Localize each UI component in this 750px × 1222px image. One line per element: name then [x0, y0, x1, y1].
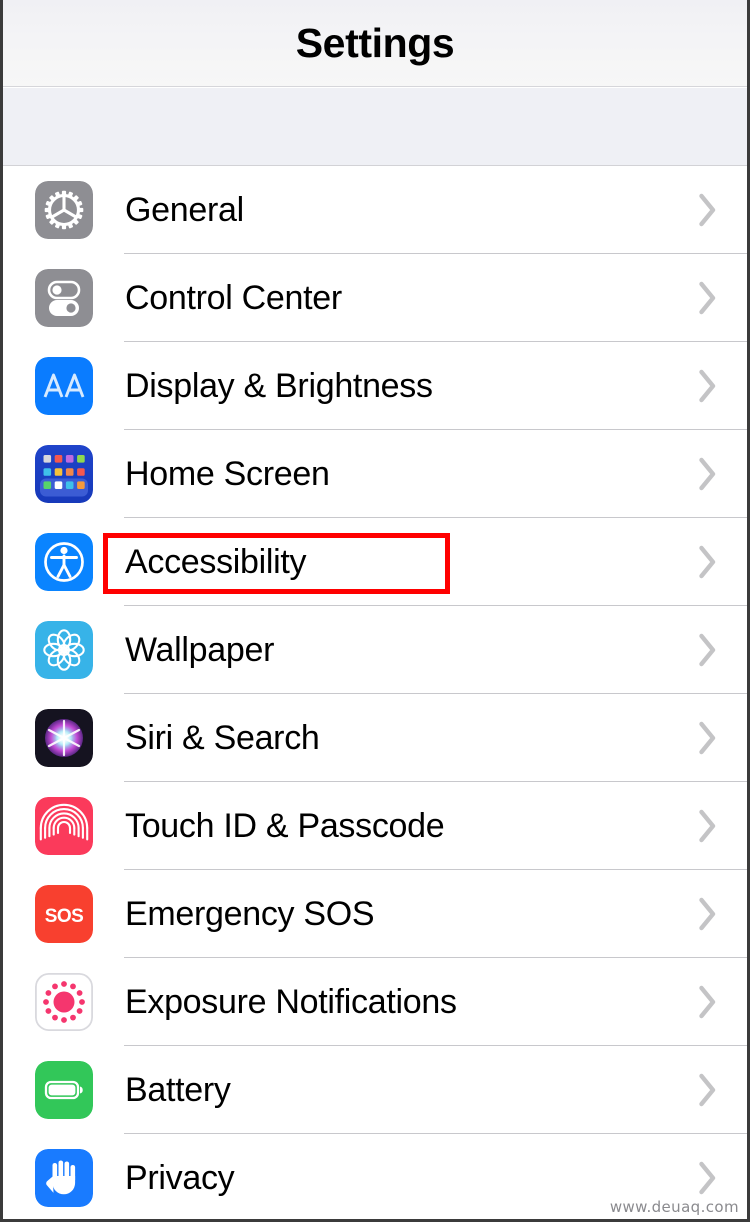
settings-screen: Settings General Control Center Display … — [0, 0, 750, 1222]
siri-orb-icon — [35, 709, 93, 767]
chevron-right-icon — [698, 809, 718, 843]
settings-row-siri-search[interactable]: Siri & Search — [3, 694, 747, 782]
chevron-right-icon — [698, 457, 718, 491]
toggles-icon — [35, 269, 93, 327]
exposure-notifications-icon — [35, 973, 93, 1031]
settings-row-wallpaper[interactable]: Wallpaper — [3, 606, 747, 694]
list-top-spacer — [3, 87, 747, 166]
home-screen-grid-icon — [35, 445, 93, 503]
settings-row-emergency-sos[interactable]: SOS Emergency SOS — [3, 870, 747, 958]
accessibility-person-icon — [35, 533, 93, 591]
settings-row-label: Touch ID & Passcode — [125, 806, 445, 845]
settings-row-label: Emergency SOS — [125, 894, 375, 933]
chevron-right-icon — [698, 897, 718, 931]
settings-row-control-center[interactable]: Control Center — [3, 254, 747, 342]
settings-row-battery[interactable]: Battery — [3, 1046, 747, 1134]
settings-row-label: Wallpaper — [125, 630, 275, 669]
settings-row-home-screen[interactable]: Home Screen — [3, 430, 747, 518]
settings-row-label: Display & Brightness — [125, 366, 433, 405]
display-brightness-aa-icon — [35, 357, 93, 415]
settings-list: General Control Center Display & Brightn… — [3, 166, 747, 1222]
chevron-right-icon — [698, 1073, 718, 1107]
wallpaper-flower-icon — [35, 621, 93, 679]
settings-row-label: Siri & Search — [125, 718, 320, 757]
chevron-right-icon — [698, 985, 718, 1019]
chevron-right-icon — [698, 1161, 718, 1195]
chevron-right-icon — [698, 193, 718, 227]
fingerprint-icon — [35, 797, 93, 855]
settings-row-label: Battery — [125, 1070, 231, 1109]
settings-row-general[interactable]: General — [3, 166, 747, 254]
settings-row-label: Accessibility — [125, 542, 307, 581]
gear-icon — [35, 181, 93, 239]
settings-row-label: Home Screen — [125, 454, 330, 493]
chevron-right-icon — [698, 281, 718, 315]
settings-row-touch-id-passcode[interactable]: Touch ID & Passcode — [3, 782, 747, 870]
settings-row-label: General — [125, 190, 244, 229]
sos-icon: SOS — [35, 885, 93, 943]
chevron-right-icon — [698, 545, 718, 579]
chevron-right-icon — [698, 369, 718, 403]
privacy-hand-icon — [35, 1149, 93, 1207]
chevron-right-icon — [698, 633, 718, 667]
battery-icon — [35, 1061, 93, 1119]
page-title: Settings — [295, 19, 455, 66]
settings-row-label: Control Center — [125, 278, 342, 317]
watermark: www.deuaq.com — [609, 1198, 739, 1216]
settings-row-label: Privacy — [125, 1158, 235, 1197]
settings-row-exposure-notifications[interactable]: Exposure Notifications — [3, 958, 747, 1046]
settings-row-accessibility[interactable]: Accessibility — [3, 518, 747, 606]
settings-row-display-brightness[interactable]: Display & Brightness — [3, 342, 747, 430]
settings-row-label: Exposure Notifications — [125, 982, 457, 1021]
svg-text:SOS: SOS — [45, 906, 84, 927]
chevron-right-icon — [698, 721, 718, 755]
navigation-bar: Settings — [3, 0, 747, 87]
